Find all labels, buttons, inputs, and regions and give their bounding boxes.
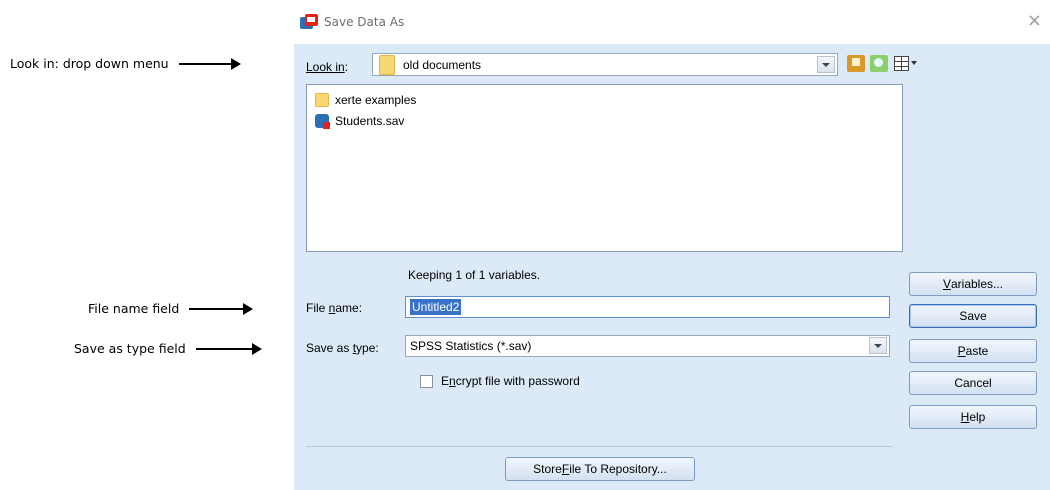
save-as-type-label: Save as type:: [306, 341, 379, 355]
arrow-icon: [189, 302, 254, 315]
look-in-label: Look in:: [306, 60, 349, 74]
file-name-field[interactable]: Untitled2: [405, 296, 890, 318]
divider: [306, 446, 892, 447]
save-as-type-field[interactable]: SPSS Statistics (*.sav): [405, 335, 890, 357]
view-menu-icon[interactable]: [894, 55, 918, 72]
encrypt-checkbox[interactable]: [420, 374, 433, 388]
encrypt-label: Encrypt file with password: [441, 374, 580, 388]
look-in-dropdown[interactable]: old documents: [372, 53, 838, 76]
list-item[interactable]: Students.sav: [315, 114, 405, 129]
paste-button[interactable]: Paste: [909, 339, 1037, 363]
close-icon[interactable]: ×: [1027, 10, 1042, 31]
encrypt-option[interactable]: Encrypt file with password: [420, 374, 580, 388]
folder-icon: [379, 54, 395, 75]
annotation-file-name-text: File name field: [88, 301, 180, 316]
save-as-type-value: SPSS Statistics (*.sav): [410, 339, 532, 353]
chevron-down-icon[interactable]: [869, 337, 887, 354]
file-name-label: Students.sav: [335, 114, 405, 128]
dialog-body: Look in: old documents xerte examples St…: [294, 44, 1050, 490]
save-data-as-dialog: Save Data As × Look in: old documents xe…: [290, 0, 1050, 490]
arrow-icon: [195, 342, 262, 355]
spss-file-icon: [315, 114, 330, 129]
keeping-variables-text: Keeping 1 of 1 variables.: [408, 268, 541, 282]
title-bar: Save Data As ×: [290, 0, 1050, 44]
store-file-button[interactable]: Store File To Repository...: [505, 457, 695, 481]
folder-icon: [315, 93, 329, 107]
save-button[interactable]: Save: [909, 304, 1037, 328]
chevron-down-icon[interactable]: [817, 56, 835, 73]
variables-button[interactable]: Variables...: [909, 272, 1037, 296]
annotation-file-name: File name field: [88, 301, 254, 316]
new-folder-icon[interactable]: [870, 55, 888, 72]
file-name-label: File name:: [306, 301, 363, 315]
annotation-look-in: Look in: drop down menu: [10, 56, 241, 71]
dialog-title: Save Data As: [324, 15, 405, 29]
help-button[interactable]: Help: [909, 405, 1037, 429]
file-name-value: Untitled2: [410, 299, 462, 315]
list-item[interactable]: xerte examples: [315, 93, 416, 107]
file-list[interactable]: xerte examples Students.sav: [306, 84, 903, 252]
annotation-look-in-text: Look in: drop down menu: [10, 56, 169, 71]
arrow-icon: [178, 57, 241, 70]
annotation-save-type-text: Save as type field: [74, 341, 186, 356]
spss-app-icon: [300, 14, 318, 29]
file-name-label: xerte examples: [335, 93, 417, 107]
up-folder-icon[interactable]: [847, 55, 865, 72]
annotation-save-type: Save as type field: [74, 341, 262, 356]
look-in-value: old documents: [403, 57, 482, 72]
cancel-button[interactable]: Cancel: [909, 371, 1037, 395]
